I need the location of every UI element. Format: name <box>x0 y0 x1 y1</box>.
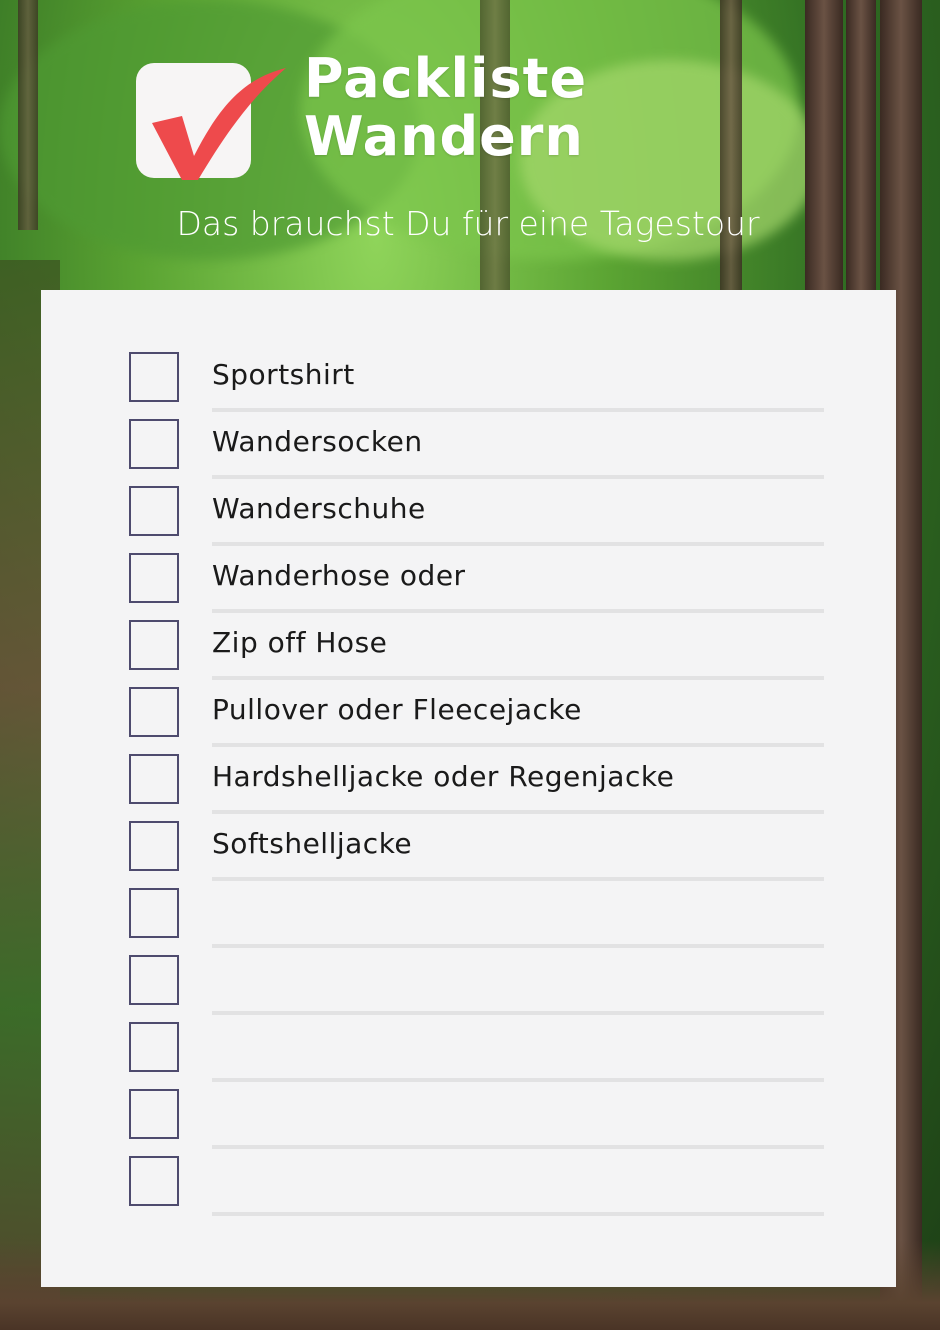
write-line <box>212 810 824 814</box>
write-line <box>212 1145 824 1149</box>
checklist-item: Pullover oder Fleecejacke <box>41 687 896 754</box>
checkbox[interactable] <box>129 620 179 670</box>
title-line-2: Wandern <box>304 105 584 168</box>
item-label: Wanderschuhe <box>212 492 426 525</box>
write-line <box>212 475 824 479</box>
tree-trunk <box>18 0 38 230</box>
checkbox[interactable] <box>129 888 179 938</box>
tree-trunk <box>805 0 843 290</box>
checkbox[interactable] <box>129 553 179 603</box>
checklist-item: Wanderschuhe <box>41 486 896 553</box>
checkbox[interactable] <box>129 419 179 469</box>
item-label: Zip off Hose <box>212 626 388 659</box>
checkbox[interactable] <box>129 486 179 536</box>
subtitle-text: Das brauchst Du für eine Tagestour <box>176 204 760 243</box>
checklist-item: Hardshelljacke oder Regenjacke <box>41 754 896 821</box>
checklist-item <box>41 955 896 1022</box>
write-line <box>212 1011 824 1015</box>
logo-checkbox <box>136 63 286 180</box>
checkbox[interactable] <box>129 1156 179 1206</box>
checklist-item <box>41 1156 896 1223</box>
checkbox[interactable] <box>129 754 179 804</box>
item-label: Pullover oder Fleecejacke <box>212 693 582 726</box>
write-line <box>212 1078 824 1082</box>
tree-trunk <box>846 0 876 290</box>
item-label: Wandersocken <box>212 425 423 458</box>
checkbox[interactable] <box>129 955 179 1005</box>
checkmark-icon <box>152 68 286 180</box>
checklist-item: Wanderhose oder <box>41 553 896 620</box>
checklist-card: Sportshirt Wandersocken Wanderschuhe Wan… <box>41 290 896 1287</box>
write-line <box>212 408 824 412</box>
write-line <box>212 609 824 613</box>
subtitle: Das brauchst Du für eine Tagestour <box>0 204 940 243</box>
checklist-item <box>41 1089 896 1156</box>
checkbox[interactable] <box>129 821 179 871</box>
checkbox[interactable] <box>129 1089 179 1139</box>
write-line <box>212 944 824 948</box>
checklist-item: Softshelljacke <box>41 821 896 888</box>
checklist-item <box>41 888 896 955</box>
checklist-item: Zip off Hose <box>41 620 896 687</box>
checklist-item: Sportshirt <box>41 352 896 419</box>
write-line <box>212 676 824 680</box>
write-line <box>212 542 824 546</box>
page-title: Packliste Wandern <box>304 50 587 166</box>
write-line <box>212 877 824 881</box>
checkbox[interactable] <box>129 352 179 402</box>
item-label: Hardshelljacke oder Regenjacke <box>212 760 675 793</box>
write-line <box>212 743 824 747</box>
item-label: Sportshirt <box>212 358 355 391</box>
item-label: Softshelljacke <box>212 827 413 860</box>
checklist-item <box>41 1022 896 1089</box>
write-line <box>212 1212 824 1216</box>
checkbox[interactable] <box>129 1022 179 1072</box>
checkbox[interactable] <box>129 687 179 737</box>
tree-trunk <box>720 0 742 290</box>
title-line-1: Packliste <box>304 47 588 110</box>
checklist-item: Wandersocken <box>41 419 896 486</box>
item-label: Wanderhose oder <box>212 559 466 592</box>
